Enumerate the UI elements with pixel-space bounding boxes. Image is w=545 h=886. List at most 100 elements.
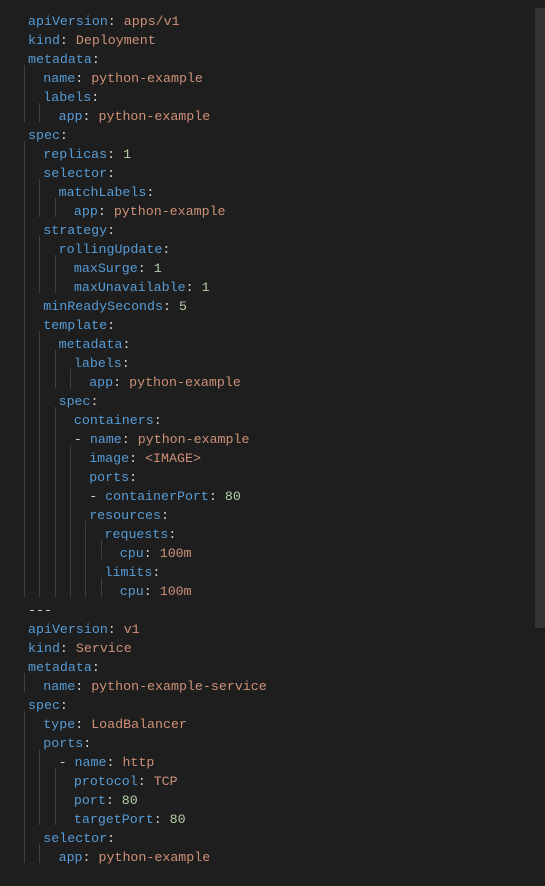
code-line[interactable]: labels: [4,88,545,107]
code-line[interactable]: ports: [4,734,545,753]
code-line[interactable]: - containerPort: 80 [4,487,545,506]
yaml-key: labels [74,356,122,371]
yaml-key: kind [28,33,60,48]
code-line[interactable]: cpu: 100m [4,582,545,601]
yaml-colon: : [122,356,130,371]
yaml-colon: : [162,242,170,257]
code-line[interactable]: template: [4,316,545,335]
yaml-key: app [89,375,113,390]
yaml-value: <IMAGE> [145,451,201,466]
yaml-value: 1 [202,280,210,295]
yaml-value: python-example [114,204,226,219]
yaml-key: spec [59,394,91,409]
code-line[interactable]: spec: [4,392,545,411]
code-line[interactable]: type: LoadBalancer [4,715,545,734]
code-line[interactable]: apiVersion: v1 [4,620,545,639]
code-line[interactable]: - name: http [4,753,545,772]
yaml-key: template [43,318,107,333]
code-line[interactable]: containers: [4,411,545,430]
yaml-colon: : [154,413,162,428]
code-line[interactable]: metadata: [4,50,545,69]
code-line[interactable]: name: python-example-service [4,677,545,696]
code-line[interactable]: minReadySeconds: 5 [4,297,545,316]
yaml-colon: : [60,641,68,656]
code-line[interactable]: spec: [4,696,545,715]
code-line[interactable]: maxUnavailable: 1 [4,278,545,297]
code-line[interactable]: protocol: TCP [4,772,545,791]
yaml-colon: : [75,717,83,732]
code-line[interactable]: limits: [4,563,545,582]
code-line[interactable]: selector: [4,829,545,848]
code-line[interactable]: --- [4,601,545,620]
yaml-colon: : [83,850,91,865]
breadcrumb[interactable] [0,0,545,8]
yaml-key: metadata [28,52,92,67]
yaml-key: maxUnavailable [74,280,186,295]
code-line[interactable]: rollingUpdate: [4,240,545,259]
yaml-colon: : [60,698,68,713]
vertical-scrollbar[interactable] [531,8,545,871]
yaml-colon: : [75,679,83,694]
code-line[interactable]: - name: python-example [4,430,545,449]
code-line[interactable]: kind: Service [4,639,545,658]
yaml-colon: : [107,223,115,238]
code-line[interactable]: cpu: 100m [4,544,545,563]
yaml-value: v1 [124,622,140,637]
yaml-colon: : [146,185,154,200]
code-line[interactable]: metadata: [4,658,545,677]
yaml-key: type [43,717,75,732]
yaml-value: Deployment [76,33,156,48]
yaml-key: apiVersion [28,622,108,637]
yaml-value: python-example [99,850,211,865]
code-line[interactable]: resources: [4,506,545,525]
yaml-colon: : [91,90,99,105]
code-line[interactable]: ports: [4,468,545,487]
code-line[interactable]: spec: [4,126,545,145]
code-line[interactable]: app: python-example [4,373,545,392]
yaml-key: app [59,109,83,124]
scrollbar-thumb[interactable] [535,8,545,628]
code-line[interactable]: app: python-example [4,107,545,126]
yaml-colon: : [75,71,83,86]
code-line[interactable]: apiVersion: apps/v1 [4,12,545,31]
yaml-key: containerPort [105,489,209,504]
yaml-colon: : [122,337,130,352]
yaml-key: name [75,755,107,770]
yaml-key: replicas [43,147,107,162]
yaml-doc-separator: --- [28,603,52,618]
yaml-key: apiVersion [28,14,108,29]
code-line[interactable]: strategy: [4,221,545,240]
code-line[interactable]: app: python-example [4,202,545,221]
code-line[interactable]: image: <IMAGE> [4,449,545,468]
yaml-value: 1 [154,261,162,276]
code-line[interactable]: maxSurge: 1 [4,259,545,278]
yaml-key: spec [28,128,60,143]
code-line[interactable]: matchLabels: [4,183,545,202]
code-line[interactable]: labels: [4,354,545,373]
yaml-colon: : [92,660,100,675]
yaml-value: 100m [160,584,192,599]
yaml-colon: : [108,14,116,29]
yaml-colon: : [92,52,100,67]
code-editor[interactable]: apiVersion: apps/v1kind: Deploymentmetad… [0,8,545,871]
yaml-colon: : [107,318,115,333]
code-line[interactable]: replicas: 1 [4,145,545,164]
code-line[interactable]: metadata: [4,335,545,354]
code-line[interactable]: kind: Deployment [4,31,545,50]
yaml-colon: : [129,451,137,466]
code-line[interactable]: port: 80 [4,791,545,810]
code-line[interactable]: name: python-example [4,69,545,88]
yaml-key: containers [74,413,154,428]
yaml-value: 100m [160,546,192,561]
yaml-colon: : [98,204,106,219]
code-line[interactable]: app: python-example [4,848,545,867]
yaml-key: name [43,679,75,694]
code-line[interactable]: targetPort: 80 [4,810,545,829]
yaml-value: 80 [225,489,241,504]
code-line[interactable]: requests: [4,525,545,544]
yaml-value: 80 [170,812,186,827]
yaml-key: limits [105,565,153,580]
yaml-colon: : [83,109,91,124]
yaml-key: app [74,204,98,219]
code-line[interactable]: selector: [4,164,545,183]
